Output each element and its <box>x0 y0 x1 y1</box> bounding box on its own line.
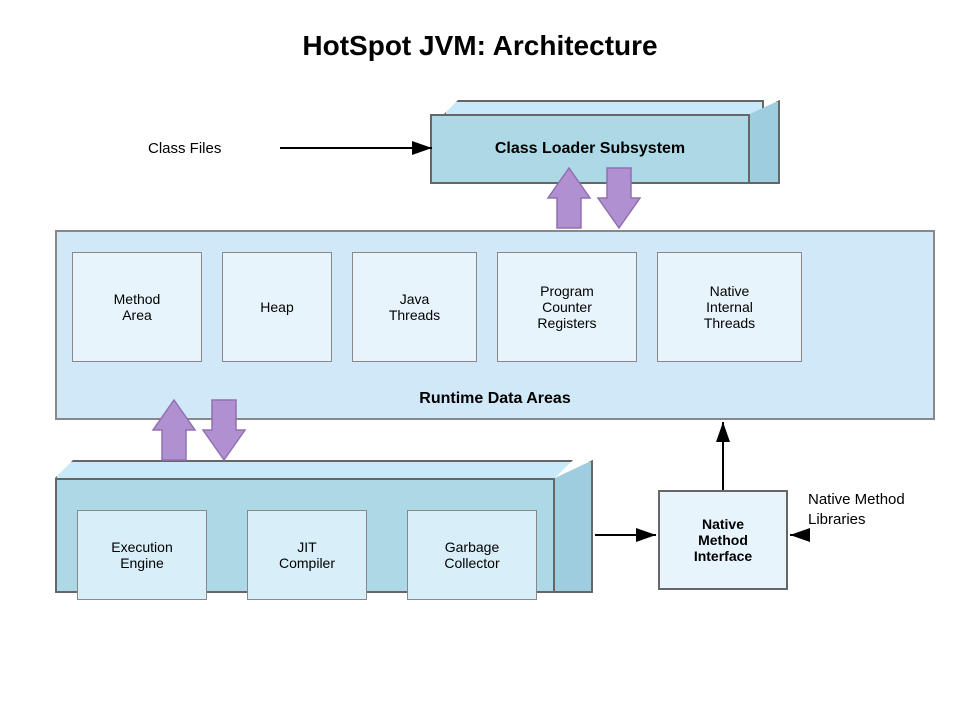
class-loader-top <box>444 100 764 114</box>
class-loader-side <box>750 100 780 184</box>
diagram: HotSpot JVM: Architecture Class Files Cl… <box>0 0 960 720</box>
exec-front: ExecutionEngine JITCompiler GarbageColle… <box>55 478 555 593</box>
java-threads-box: JavaThreads <box>352 252 477 362</box>
runtime-label: Runtime Data Areas <box>57 390 933 408</box>
class-files-label: Class Files <box>148 140 221 157</box>
class-loader-box: Class Loader Subsystem <box>430 100 780 180</box>
page-title: HotSpot JVM: Architecture <box>0 30 960 62</box>
runtime-data-areas-box: MethodArea Heap JavaThreads ProgramCount… <box>55 230 935 420</box>
exec-top <box>55 460 573 478</box>
heap-box: Heap <box>222 252 332 362</box>
garbage-collector-box: GarbageCollector <box>407 510 537 600</box>
native-method-interface-box: Native Method Interface <box>658 490 788 590</box>
execution-engine-box: ExecutionEngine <box>77 510 207 600</box>
exec-engine-area: ExecutionEngine JITCompiler GarbageColle… <box>55 460 595 590</box>
program-counter-box: ProgramCounterRegisters <box>497 252 637 362</box>
class-loader-label: Class Loader Subsystem <box>495 140 685 158</box>
native-internal-threads-box: NativeInternalThreads <box>657 252 802 362</box>
native-method-interface-label: Native Method Interface <box>694 516 752 564</box>
class-loader-front: Class Loader Subsystem <box>430 114 750 184</box>
method-area-box: MethodArea <box>72 252 202 362</box>
jit-compiler-box: JITCompiler <box>247 510 367 600</box>
native-method-libraries-label: Native Method Libraries <box>808 490 960 529</box>
exec-side <box>555 460 593 593</box>
